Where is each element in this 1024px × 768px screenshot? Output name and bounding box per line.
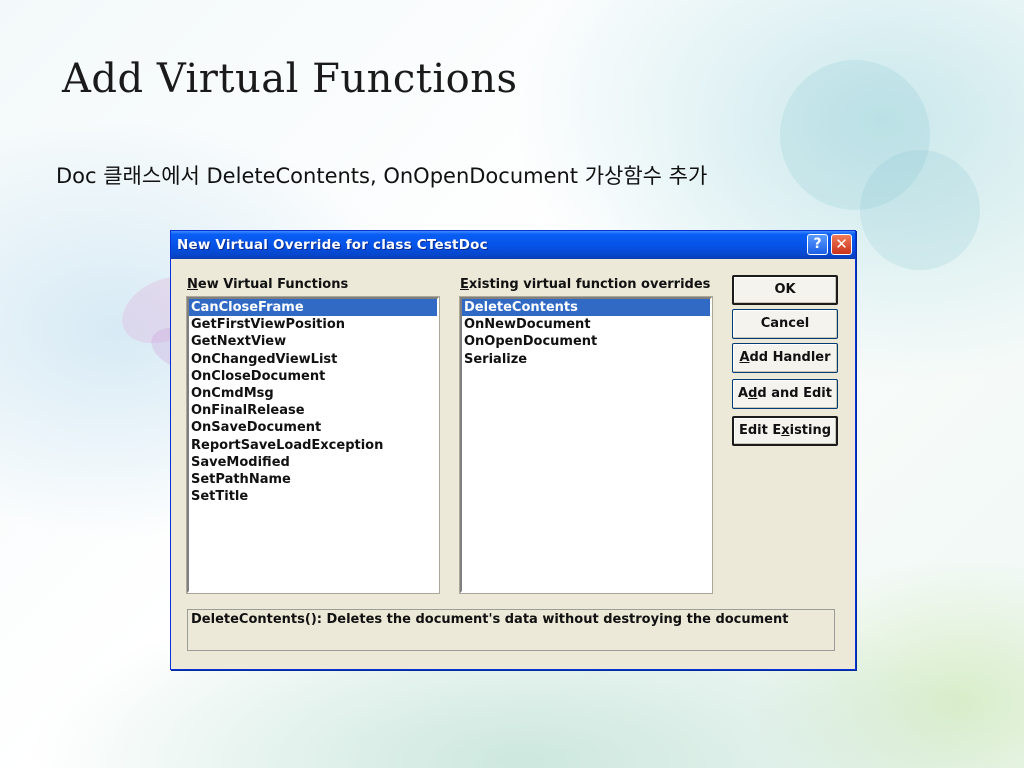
virtual-override-dialog: New Virtual Override for class CTestDoc … bbox=[170, 230, 856, 670]
help-icon[interactable]: ? bbox=[807, 234, 828, 255]
list-item[interactable]: OnSaveDocument bbox=[189, 419, 437, 436]
list-item[interactable]: SaveModified bbox=[189, 454, 437, 471]
ok-button[interactable]: OK bbox=[732, 275, 838, 305]
list-item[interactable]: OnChangedViewList bbox=[189, 351, 437, 368]
existing-overrides-list[interactable]: DeleteContents OnNewDocument OnOpenDocumen… bbox=[459, 296, 713, 594]
existing-overrides-label-rest: xisting virtual function overrides bbox=[468, 277, 711, 292]
edit-existing-part2: isting bbox=[789, 423, 832, 438]
list-item[interactable]: GetFirstViewPosition bbox=[189, 316, 437, 333]
edit-existing-mnemonic: x bbox=[781, 423, 790, 438]
list-item[interactable]: GetNextView bbox=[189, 333, 437, 350]
list-item[interactable]: OnNewDocument bbox=[462, 316, 710, 333]
list-item[interactable]: Serialize bbox=[462, 351, 710, 368]
add-and-edit-part2: d and Edit bbox=[757, 386, 832, 401]
list-item[interactable]: OnFinalRelease bbox=[189, 402, 437, 419]
new-functions-label-rest: ew Virtual Functions bbox=[197, 277, 349, 292]
add-and-edit-mnemonic: d bbox=[748, 386, 758, 401]
slide-title: Add Virtual Functions bbox=[62, 56, 518, 102]
dialog-titlebar[interactable]: New Virtual Override for class CTestDoc … bbox=[171, 231, 855, 259]
add-handler-mnemonic: A bbox=[739, 350, 750, 365]
new-functions-label-mnemonic: N bbox=[187, 277, 198, 292]
new-functions-label: New Virtual Functions bbox=[187, 277, 348, 292]
background-bubble bbox=[860, 150, 980, 270]
list-item[interactable]: CanCloseFrame bbox=[189, 299, 437, 317]
add-and-edit-part1: A bbox=[738, 386, 749, 401]
add-and-edit-button[interactable]: Add and Edit bbox=[732, 379, 838, 409]
list-item[interactable]: OnOpenDocument bbox=[462, 333, 710, 350]
edit-existing-button[interactable]: Edit Existing bbox=[732, 416, 838, 446]
cancel-button[interactable]: Cancel bbox=[732, 309, 838, 339]
add-handler-rest: dd Handler bbox=[749, 350, 831, 365]
close-icon[interactable]: ✕ bbox=[831, 234, 852, 255]
existing-overrides-label-mnemonic: E bbox=[460, 277, 469, 292]
list-item[interactable]: SetPathName bbox=[189, 471, 437, 488]
add-handler-button[interactable]: Add Handler bbox=[732, 343, 838, 373]
function-description: DeleteContents(): Deletes the document's… bbox=[187, 609, 835, 651]
list-item[interactable]: DeleteContents bbox=[462, 299, 710, 317]
background-bubble bbox=[780, 60, 930, 210]
dialog-title: New Virtual Override for class CTestDoc bbox=[177, 237, 488, 253]
edit-existing-part1: Edit E bbox=[738, 423, 782, 438]
slide-subtitle: Doc 클래스에서 DeleteContents, OnOpenDocument… bbox=[56, 164, 708, 188]
list-item[interactable]: OnCloseDocument bbox=[189, 368, 437, 385]
list-item[interactable]: OnCmdMsg bbox=[189, 385, 437, 402]
existing-overrides-label: Existing virtual function overrides bbox=[460, 277, 710, 292]
list-item[interactable]: ReportSaveLoadException bbox=[189, 437, 437, 454]
new-functions-list[interactable]: CanCloseFrame GetFirstViewPosition GetNext… bbox=[186, 296, 440, 594]
list-item[interactable]: SetTitle bbox=[189, 488, 437, 505]
